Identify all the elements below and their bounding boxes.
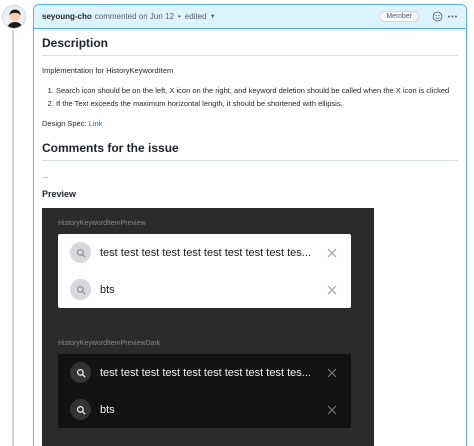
- close-icon[interactable]: [325, 246, 339, 260]
- light-preview-label: HistoryKeywordItemPreview: [58, 220, 146, 227]
- keyword-text[interactable]: bts: [100, 284, 319, 296]
- design-spec: Design Spec: Link: [42, 118, 458, 129]
- comments-heading: Comments for the issue: [42, 141, 458, 161]
- close-icon[interactable]: [325, 283, 339, 297]
- preview-image: HistoryKeywordItemPreview test test test…: [42, 208, 374, 446]
- comment-action[interactable]: commented on Jun 12: [95, 12, 174, 21]
- dark-preview-card: test test test test test test test test …: [58, 354, 351, 428]
- search-icon: [70, 362, 91, 383]
- description-heading: Description: [42, 36, 458, 56]
- timeline-line: [12, 30, 14, 446]
- keyword-text[interactable]: test test test test test test test test …: [100, 247, 319, 259]
- keyword-text[interactable]: bts: [100, 404, 319, 416]
- requirements-list: Search icon should be on the left, X ico…: [42, 84, 458, 110]
- dark-preview-label: HistoryKeywordItemPreviewDark: [58, 340, 161, 347]
- close-icon[interactable]: [325, 403, 339, 417]
- smiley-icon[interactable]: [432, 11, 443, 22]
- preview-heading: Preview: [42, 189, 77, 199]
- list-item[interactable]: test test test test test test test test …: [58, 234, 351, 271]
- comment-body: Description Implementation for HistoryKe…: [34, 29, 466, 446]
- list-item[interactable]: test test test test test test test test …: [58, 354, 351, 391]
- search-icon: [70, 279, 91, 300]
- light-preview-card: test test test test test test test test …: [58, 234, 351, 308]
- kebab-icon[interactable]: [447, 11, 458, 22]
- comment-header: seyoung-cho commented on Jun 12 • edited…: [34, 5, 466, 29]
- list-item: If the Text exceeds the maximum horizont…: [56, 97, 458, 110]
- chevron-down-icon[interactable]: ▼: [210, 14, 216, 20]
- close-icon[interactable]: [325, 366, 339, 380]
- edited-separator: •: [177, 12, 181, 21]
- edited-label[interactable]: edited: [185, 12, 207, 21]
- list-item: Search icon should be on the left, X ico…: [56, 84, 458, 97]
- member-badge: Member: [379, 11, 419, 22]
- search-icon: [70, 242, 91, 263]
- design-spec-label: Design Spec:: [42, 119, 87, 128]
- design-spec-link[interactable]: Link: [89, 119, 103, 128]
- keyword-text[interactable]: test test test test test test test test …: [100, 367, 319, 379]
- avatar[interactable]: [2, 5, 26, 29]
- list-item[interactable]: bts: [58, 391, 351, 428]
- list-item[interactable]: bts: [58, 271, 351, 308]
- search-icon: [70, 399, 91, 420]
- comment-author[interactable]: seyoung-cho: [42, 12, 92, 21]
- description-intro: Implementation for HistoryKeywordItem: [42, 66, 174, 75]
- comment-box: seyoung-cho commented on Jun 12 • edited…: [33, 4, 467, 446]
- comments-body: ...: [42, 171, 49, 180]
